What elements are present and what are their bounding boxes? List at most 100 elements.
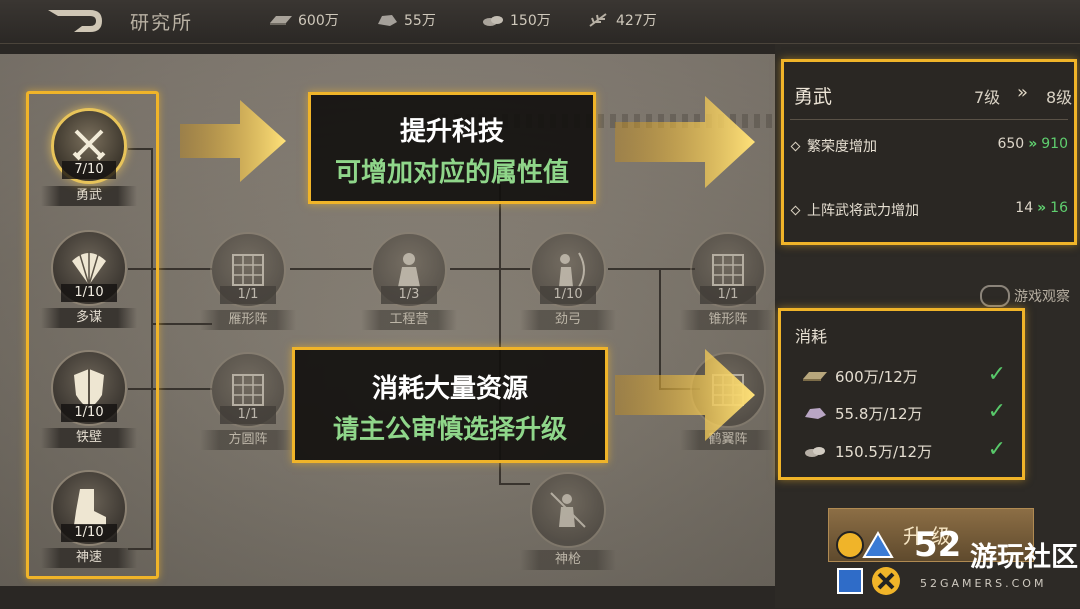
stat-label: 繁荣度增加: [807, 139, 877, 155]
tech-node-shensu[interactable]: 1/10 神速: [41, 470, 137, 568]
silver-ingot-icon: [270, 16, 292, 25]
resource-silver: 600万: [268, 10, 339, 30]
arrow-right-icon: [615, 349, 755, 441]
level-from: 7级: [974, 88, 1001, 107]
tech-name: 多谋: [41, 308, 137, 328]
tech-node-zhuixingzhen[interactable]: 1/1 锥形阵: [680, 232, 776, 330]
tech-name: 雁形阵: [200, 310, 296, 330]
cost-text: 150.5万/12万: [835, 442, 933, 461]
tech-node-jingong[interactable]: 1/10 劲弓: [520, 232, 616, 330]
double-chevron-icon: »: [1017, 82, 1029, 103]
cost-row: 600万/12万 ✓: [801, 362, 1006, 388]
stat-from: 14: [1015, 200, 1034, 216]
tech-node-circle: 7/10: [51, 108, 127, 184]
stat-label: 上阵武将武力增加: [807, 203, 919, 219]
checkmark-icon: ✓: [987, 362, 1006, 387]
tech-node-circle: 1/10: [51, 350, 127, 426]
tech-level: 1/1: [220, 286, 276, 304]
stat-row: 上阵武将武力增加 14» 16: [790, 200, 1068, 220]
tech-node-yongwu[interactable]: 7/10 勇武: [41, 108, 137, 206]
callout-line1: 消耗大量资源: [371, 374, 528, 404]
tech-node-circle: 1/3: [371, 232, 447, 308]
watermark: 游戏观察: [980, 285, 1070, 307]
resource-silver-value: 600万: [298, 13, 339, 29]
checkmark-icon: ✓: [987, 437, 1006, 462]
tech-name: 工程营: [361, 310, 457, 330]
tech-node-circle: 1/1: [690, 232, 766, 308]
binoculars-icon: [980, 285, 1010, 307]
tech-level: 1/3: [381, 286, 437, 304]
top-bar: 研究所 600万 55万 150万 427万: [0, 0, 1080, 44]
double-chevron-icon: »: [1028, 136, 1038, 152]
brand-domain: 52GAMERS.COM: [920, 577, 1047, 590]
tech-name: 锥形阵: [680, 310, 776, 330]
tech-level: 7/10: [62, 161, 116, 179]
diamond-bullet-icon: [790, 205, 801, 216]
spearman-icon: [550, 492, 586, 528]
arrow-right-icon: [180, 100, 286, 182]
silver-ingot-icon: [803, 372, 827, 381]
tech-node-tiebi[interactable]: 1/10 铁壁: [41, 350, 137, 448]
tech-name: 神枪: [520, 550, 616, 570]
cost-text: 600万/12万: [835, 367, 918, 386]
iron-ore-icon: [378, 15, 397, 26]
stone-icon: [483, 16, 503, 26]
divider: [790, 119, 1068, 120]
iron-ore-icon: [805, 408, 826, 419]
callout-line2: 请主公审慎选择升级: [332, 415, 567, 445]
cost-title: 消耗: [795, 327, 828, 346]
checkmark-icon: ✓: [987, 399, 1006, 424]
tech-node-circle: 1/10: [51, 470, 127, 546]
tech-node-circle: 1/10: [530, 232, 606, 308]
callout-line2: 可增加对应的属性值: [334, 158, 569, 188]
cost-text: 55.8万/12万: [835, 404, 923, 423]
arrow-right-icon: [615, 96, 755, 188]
brand-logo: 52 游玩社区 52GAMERS.COM: [830, 525, 1080, 605]
watermark-text: 游戏观察: [1014, 289, 1070, 305]
tech-level: 1/10: [61, 284, 117, 302]
resource-stone-value: 150万: [510, 13, 551, 29]
double-chevron-icon: »: [1037, 200, 1047, 216]
resource-grain-value: 427万: [616, 13, 657, 29]
tech-node-gongchengying[interactable]: 1/3 工程营: [361, 232, 457, 330]
resource-iron: 55万: [374, 10, 436, 30]
tech-node-circle: [530, 472, 606, 548]
tech-node-circle: 1/10: [51, 230, 127, 306]
stat-from: 650: [997, 136, 1025, 152]
tech-name: 劲弓: [520, 310, 616, 330]
level-to: 8级: [1046, 88, 1073, 107]
brand-name: 游玩社区: [970, 542, 1078, 573]
tech-node-duomou[interactable]: 1/10 多谋: [41, 230, 137, 328]
cost-box: 消耗 600万/12万 ✓ 55.8万/12万 ✓ 150.5万/12万 ✓: [778, 308, 1025, 480]
tech-node-shenqiang[interactable]: 神枪: [520, 472, 616, 570]
callout-line1: 提升科技: [399, 117, 504, 147]
brand-number: 52: [914, 525, 962, 565]
page-title: 研究所: [130, 12, 194, 34]
resource-stone: 150万: [480, 10, 551, 30]
cost-row: 150.5万/12万 ✓: [801, 437, 1006, 463]
stat-to: 16: [1050, 200, 1068, 216]
tech-detail-name: 勇武: [794, 86, 833, 108]
tech-name: 神速: [41, 548, 137, 568]
tech-node-fangyuanzhen[interactable]: 1/1 方圆阵: [200, 352, 296, 450]
tech-name: 勇武: [41, 186, 137, 206]
diamond-bullet-icon: [790, 141, 801, 152]
tech-detail-box: 勇武 7级 » 8级 繁荣度增加 650» 910 上阵武将武力增加 14» 16: [781, 59, 1077, 245]
tech-node-yanxingzhen[interactable]: 1/1 雁形阵: [200, 232, 296, 330]
tech-level: 1/10: [540, 286, 596, 304]
tech-level: 1/10: [61, 524, 117, 542]
playstation-symbols-icon: [836, 531, 900, 595]
tech-level: 1/10: [61, 404, 117, 422]
grain-icon: [589, 13, 607, 27]
tech-node-circle: 1/1: [210, 232, 286, 308]
stat-row: 繁荣度增加 650» 910: [790, 136, 1068, 156]
cost-row: 55.8万/12万 ✓: [801, 399, 1006, 425]
callout-upgrade-tech: 提升科技 可增加对应的属性值: [308, 92, 596, 204]
stone-icon: [805, 447, 825, 457]
tech-name: 铁壁: [41, 428, 137, 448]
back-arrow-icon[interactable]: [44, 6, 106, 36]
tech-level: 1/1: [700, 286, 756, 304]
resource-iron-value: 55万: [404, 13, 436, 29]
tech-name: 方圆阵: [200, 430, 296, 450]
resource-grain: 427万: [586, 10, 657, 30]
